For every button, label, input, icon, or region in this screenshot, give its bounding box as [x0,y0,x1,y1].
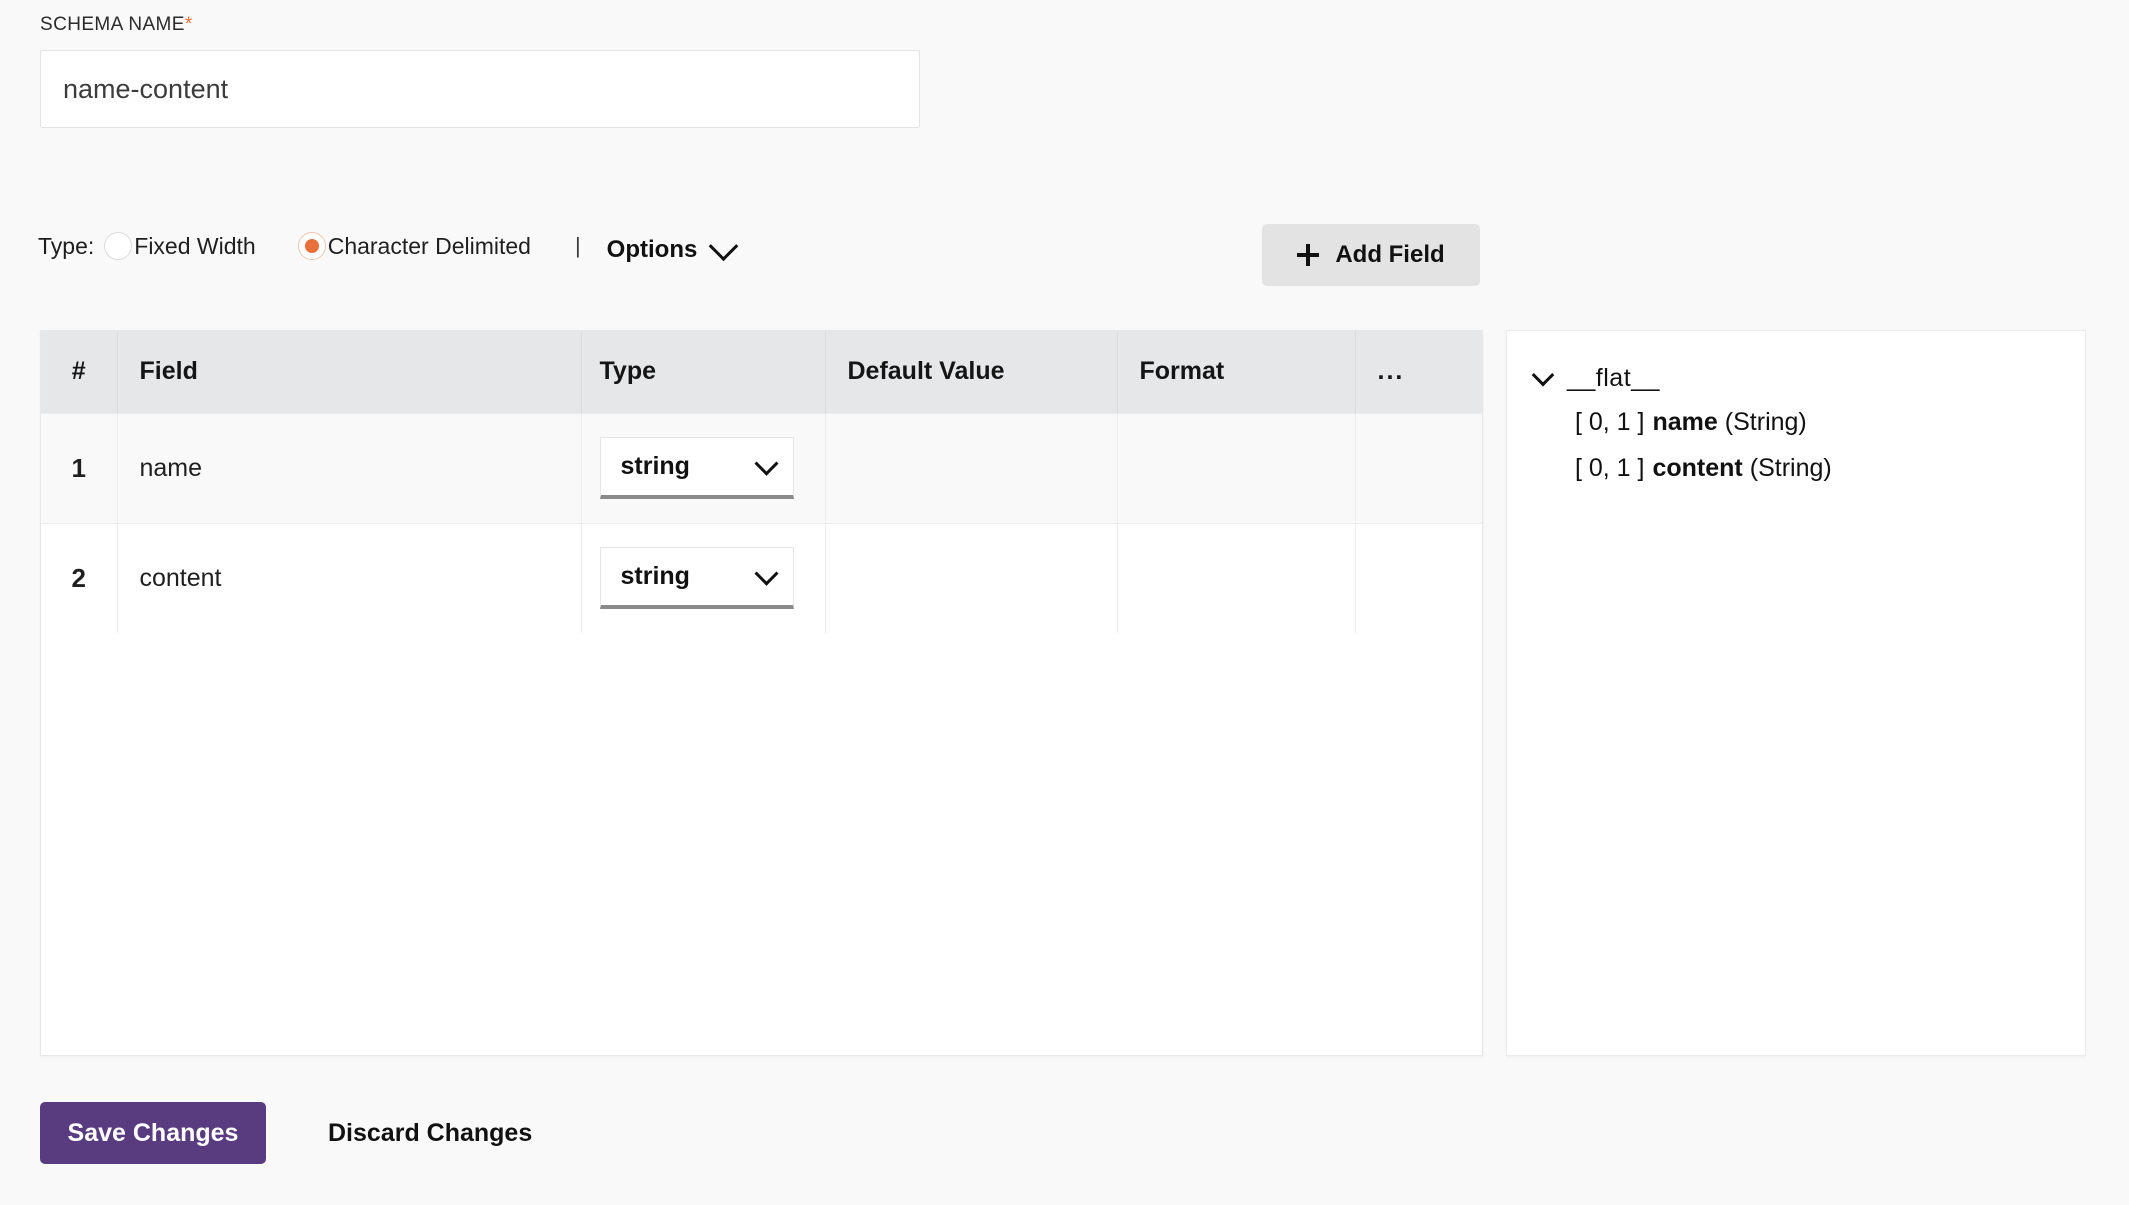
tree-root-node[interactable]: __flat__ [1507,357,2085,399]
tree-leaf-type: (String) [1725,408,1807,437]
field-type-cell: string [581,413,825,523]
field-name-cell[interactable]: content [117,523,581,633]
chevron-down-icon[interactable] [1532,364,1555,387]
type-dropdown-value: string [621,452,690,481]
row-more-options-cell[interactable] [1355,413,1482,523]
plus-icon [1297,244,1319,266]
radio-fixed-width-icon[interactable] [104,232,132,260]
column-header-type[interactable]: Type [581,331,825,413]
fields-table: # Field Type Default Value Format ... 1 … [41,331,1482,633]
tree-leaf-node[interactable]: [ 0, 1 ] name (String) [1507,399,2085,445]
radio-character-delimited-icon[interactable] [298,232,326,260]
options-dropdown-label: Options [607,236,698,264]
type-dropdown[interactable]: string [600,547,794,609]
radio-fixed-width[interactable]: Fixed Width [104,232,255,260]
type-caption: Type: [38,233,94,260]
tree-leaf-index: [ 0, 1 ] [1575,408,1644,437]
right-gutter [2086,0,2129,1205]
format-cell[interactable] [1117,523,1355,633]
row-more-options-cell[interactable] [1355,523,1482,633]
row-number-cell: 1 [41,413,117,523]
row-number: 2 [72,563,86,593]
chevron-down-icon [754,452,778,476]
tree-leaf-name: content [1652,454,1742,483]
row-number-cell: 2 [41,523,117,633]
type-selector-row: Type: Fixed Width Character Delimited | … [38,226,734,266]
fields-table-container: # Field Type Default Value Format ... 1 … [40,330,1483,1056]
chevron-down-icon [709,231,739,261]
fields-table-body: 1 name string 2 content [41,413,1482,633]
column-header-default-value[interactable]: Default Value [825,331,1117,413]
table-row[interactable]: 2 content string [41,523,1482,633]
vertical-divider: | [575,235,581,257]
radio-character-delimited-label: Character Delimited [328,233,531,260]
add-field-button[interactable]: Add Field [1262,224,1480,286]
field-type-cell: string [581,523,825,633]
required-asterisk: * [185,14,193,35]
radio-selected-dot [305,239,319,253]
column-header-number[interactable]: # [41,331,117,413]
chevron-down-icon [754,562,778,586]
fields-table-header-row: # Field Type Default Value Format ... [41,331,1482,413]
schema-name-input[interactable] [40,50,920,128]
tree-leaf-index: [ 0, 1 ] [1575,454,1644,483]
save-changes-button[interactable]: Save Changes [40,1102,266,1164]
discard-changes-button[interactable]: Discard Changes [328,1102,532,1164]
column-header-more-options[interactable]: ... [1355,331,1482,413]
table-row[interactable]: 1 name string [41,413,1482,523]
tree-leaf-name: name [1652,408,1717,437]
default-value-cell[interactable] [825,523,1117,633]
radio-fixed-width-label: Fixed Width [134,233,255,260]
default-value-cell[interactable] [825,413,1117,523]
type-dropdown-value: string [621,562,690,591]
fields-table-head: # Field Type Default Value Format ... [41,331,1482,413]
schema-name-label-text: SCHEMA NAME [40,14,185,35]
format-cell[interactable] [1117,413,1355,523]
options-dropdown-button[interactable]: Options [607,228,735,264]
tree-leaf-type: (String) [1750,454,1832,483]
column-header-field[interactable]: Field [117,331,581,413]
schema-tree-panel: __flat__ [ 0, 1 ] name (String) [ 0, 1 ]… [1506,330,2086,1056]
schema-name-label: SCHEMA NAME* [40,14,193,36]
add-field-label: Add Field [1335,241,1444,269]
radio-character-delimited[interactable]: Character Delimited [298,232,531,260]
tree-root-label: __flat__ [1567,364,1660,393]
type-dropdown[interactable]: string [600,437,794,499]
tree-leaf-node[interactable]: [ 0, 1 ] content (String) [1507,445,2085,491]
row-number: 1 [72,453,86,483]
field-name-cell[interactable]: name [117,413,581,523]
column-header-format[interactable]: Format [1117,331,1355,413]
